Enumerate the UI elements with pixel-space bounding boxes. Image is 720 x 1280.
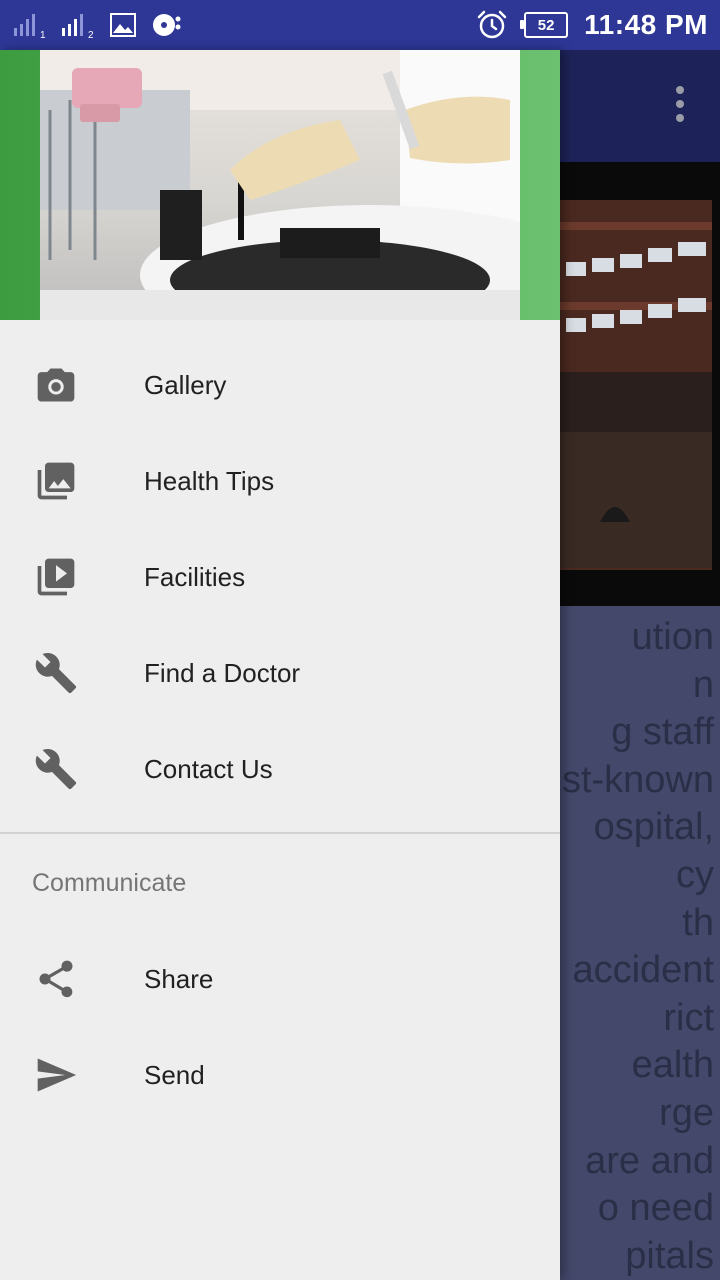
alarm-icon: [477, 10, 507, 39]
drawer-item-health-tips[interactable]: Health Tips: [0, 433, 560, 529]
drawer-item-find-a-doctor[interactable]: Find a Doctor: [0, 625, 560, 721]
drawer-item-send[interactable]: Send: [0, 1027, 560, 1123]
drawer-item-facilities[interactable]: Facilities: [0, 529, 560, 625]
video-library-icon: [37, 558, 75, 596]
signal-sim1-icon: 1: [14, 14, 46, 38]
drawer-item-label: Gallery: [144, 370, 227, 400]
drawer-item-label: Contact Us: [144, 754, 273, 784]
sim2-label: 2: [88, 30, 94, 38]
drawer-divider: [0, 832, 560, 834]
lab-illustration: [40, 50, 520, 320]
status-bar: 1 2 52 11:48 PM: [0, 0, 720, 50]
camera-icon: [37, 368, 75, 402]
drawer-item-label: Facilities: [144, 562, 246, 592]
share-icon: [39, 960, 73, 998]
battery-level: 52: [537, 16, 555, 34]
drawer-item-label: Health Tips: [144, 466, 275, 496]
drawer-header: [0, 50, 560, 320]
photo-library-icon: [37, 462, 75, 500]
sync-disc-icon: [153, 14, 181, 36]
drawer-item-label: Share: [144, 964, 214, 994]
image-notification-icon: [110, 13, 136, 37]
status-time: 11:48 PM: [584, 9, 708, 40]
drawer-item-share[interactable]: Share: [0, 931, 560, 1027]
status-bar-left: 1 2: [14, 8, 182, 42]
drawer-item-label: Send: [144, 1060, 205, 1090]
sim1-label: 1: [40, 30, 46, 38]
signal-sim2-icon: 2: [62, 14, 94, 38]
drawer-item-label: Find a Doctor: [144, 658, 301, 688]
wrench-icon: [35, 653, 77, 694]
send-icon: [37, 1058, 77, 1092]
status-bar-right: 52 11:48 PM: [476, 6, 708, 44]
drawer-item-gallery[interactable]: Gallery: [0, 337, 560, 433]
navigation-drawer: Gallery Health Tips Facilities Find a Do…: [0, 50, 560, 1280]
battery-icon: 52: [520, 12, 569, 38]
wrench-icon: [35, 749, 77, 790]
drawer-item-contact-us[interactable]: Contact Us: [0, 721, 560, 817]
section-header-communicate: Communicate: [32, 869, 187, 897]
lab-header-photo: [40, 50, 520, 320]
